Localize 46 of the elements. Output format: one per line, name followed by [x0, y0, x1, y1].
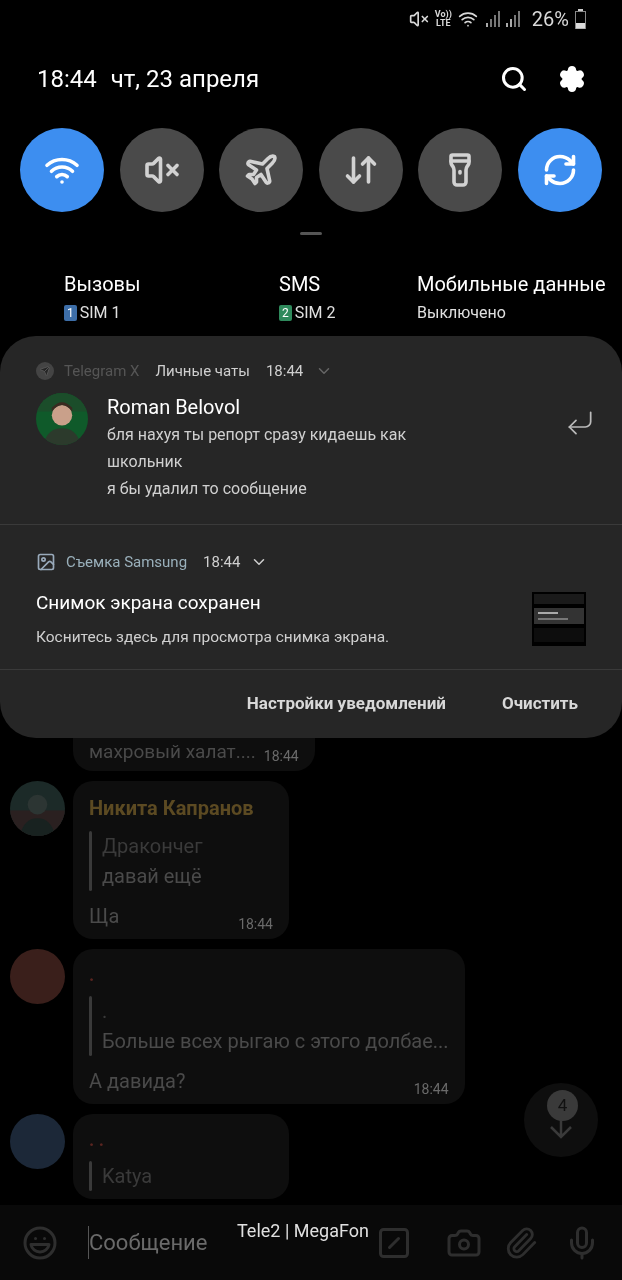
notification-settings-button[interactable]: Настройки уведомлений: [246, 691, 446, 717]
sim-badge: 2: [279, 305, 292, 321]
message-text: А давида?: [89, 1067, 186, 1095]
message-time: 18:44: [263, 746, 299, 766]
sim-badge: 1: [64, 305, 77, 321]
sender-name: .: [89, 962, 96, 987]
wifi-icon: [457, 9, 478, 29]
message-time: 18:44: [238, 914, 273, 934]
channel-name: Личные чаты: [155, 361, 250, 382]
app-name: Съемка Samsung: [66, 551, 188, 573]
notification-time: 18:44: [203, 551, 241, 573]
reply-text: давай ещё: [102, 862, 203, 890]
message-text: я бы удалил то сообщение: [107, 477, 308, 500]
clock: 18:44: [37, 64, 97, 95]
message-text: Ща: [89, 902, 120, 930]
settings-icon[interactable]: [558, 65, 586, 93]
mute-icon: [408, 9, 429, 29]
notification-time: 18:44: [265, 361, 304, 382]
notification-title: Снимок экрана сохранен: [36, 590, 262, 616]
clear-button[interactable]: Очистить: [501, 691, 578, 717]
setting-title[interactable]: SMS: [279, 269, 417, 299]
setting-value: SIM 1: [79, 302, 121, 324]
search-icon[interactable]: [500, 65, 528, 93]
notification-body: Коснитесь здесь для просмотра снимка экрана.: [36, 626, 391, 648]
drag-handle[interactable]: [300, 232, 322, 235]
message-input[interactable]: Сообщение: [88, 1226, 218, 1259]
reply-text: Больше всех рыгаю с этого долбае...: [102, 1027, 449, 1055]
telegram-icon: [36, 362, 54, 381]
setting-title[interactable]: Вызовы: [64, 269, 279, 299]
volte-label: Vo)): [434, 10, 452, 19]
reply-author: .: [102, 997, 109, 1025]
battery-icon: [575, 9, 586, 29]
sender-name: Никита Капранов: [89, 794, 255, 822]
image-icon: [36, 551, 56, 572]
sender-name: Roman Belovol: [107, 393, 242, 421]
setting-value: SIM 2: [294, 302, 336, 324]
lte-label: LTE: [436, 19, 451, 28]
setting-title[interactable]: Мобильные данные: [417, 269, 622, 299]
battery-percent: 26%: [531, 6, 569, 33]
carrier-label: Tele2 | MegaFon: [237, 1219, 369, 1243]
airplane-icon: [243, 152, 280, 188]
message-text: махровый халат....: [89, 739, 256, 765]
sender-name: . .: [89, 1127, 105, 1152]
setting-value: Выключено: [417, 302, 506, 324]
message-time: 18:44: [413, 1079, 449, 1099]
date: чт, 23 апреля: [110, 64, 260, 95]
